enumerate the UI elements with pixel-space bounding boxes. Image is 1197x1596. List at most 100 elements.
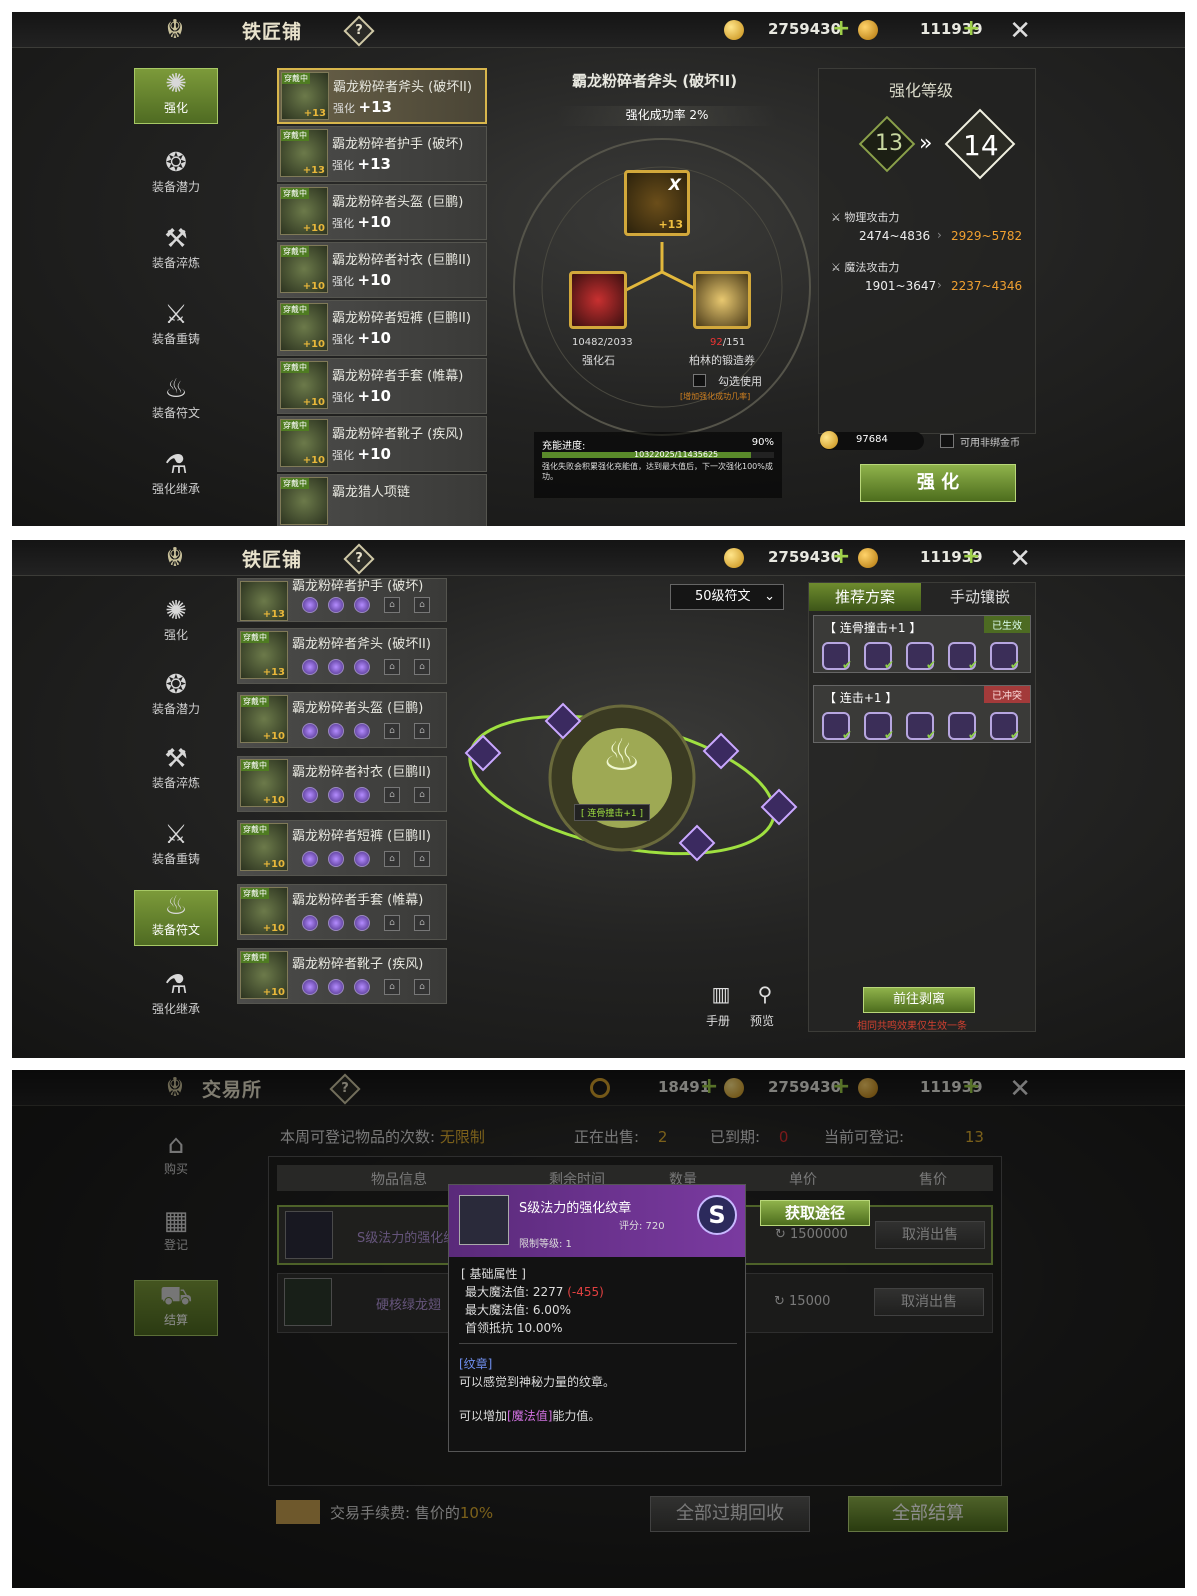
equipment-item[interactable]: 穿戴中 +10 霸龙粉碎者衬衣 (巨鹏II) ⌂ ⌂: [237, 756, 447, 812]
nav-rune[interactable]: ♨ 装备符文: [134, 890, 218, 946]
rune-flame-emblem-icon: ♨: [602, 730, 642, 781]
nav-temper[interactable]: ⚒ 装备淬炼: [134, 744, 218, 800]
book-icon[interactable]: ▥: [706, 982, 736, 1008]
hammer-icon: ⚔: [164, 300, 188, 330]
equipment-item[interactable]: 穿戴中 +13 霸龙粉碎者护手 (破坏) 强化 +13: [277, 126, 487, 182]
nav-rune[interactable]: ♨ 装备符文: [134, 374, 218, 430]
item-thumbnail: 穿戴中 +10: [240, 887, 288, 935]
item-thumbnail: 穿戴中 +10: [280, 187, 328, 235]
equipment-item[interactable]: 穿戴中 +13 霸龙粉碎者斧头 (破坏II) ⌂ ⌂: [237, 628, 447, 684]
equipment-item[interactable]: 穿戴中 +10 霸龙粉碎者靴子 (疾风) 强化 +10: [277, 416, 487, 472]
nav-reforge[interactable]: ⚔ 装备重铸: [134, 300, 218, 356]
rune-plan-card[interactable]: 【 连击+1 】 已冲突 ✔ ✔ ✔ ✔ ✔: [813, 685, 1031, 743]
chevron-right-icon: ›: [937, 228, 942, 242]
equipment-item[interactable]: 穿戴中 +10 霸龙粉碎者靴子 (疾风) ⌂ ⌂: [237, 948, 447, 1004]
equipment-item[interactable]: 穿戴中 +13 霸龙粉碎者斧头 (破坏II) 强化 +13: [277, 68, 487, 124]
rune-level-dropdown[interactable]: 50级符文 ⌄: [670, 584, 784, 610]
tooltip-header: S级法力的强化纹章 评分: 720 限制等级: 1 S: [449, 1185, 745, 1257]
item-thumbnail: 穿戴中 +13: [281, 72, 329, 120]
forge-ticket-slot[interactable]: [693, 271, 751, 329]
hammer-icon: ⚔: [164, 820, 188, 850]
grade-badge: S: [697, 1195, 737, 1235]
magic-current: 1901~3647: [865, 279, 937, 293]
nav-enhance[interactable]: ✺ 强化: [134, 68, 218, 124]
tab-recommended[interactable]: 推荐方案: [809, 583, 921, 611]
rune-flame-icon: ♨: [164, 374, 188, 404]
nav-reforge[interactable]: ⚔ 装备重铸: [134, 820, 218, 876]
rune-plan-card[interactable]: 【 连骨撞击+1 】 已生效 ✔ ✔ ✔ ✔ ✔: [813, 615, 1031, 673]
arrow-icon: »: [919, 131, 933, 156]
item-thumbnail: 穿戴中 +10: [240, 759, 288, 807]
nav-enhance[interactable]: ✺ 强化: [134, 596, 218, 652]
preview-label: 预览: [750, 1014, 775, 1028]
magic-next: 2237~4346: [951, 279, 1023, 293]
equipment-item[interactable]: 穿戴中 +10 霸龙粉碎者手套 (帷幕) 强化 +10: [277, 358, 487, 414]
go-strip-button[interactable]: 前往剥离: [863, 987, 975, 1013]
enhance-button[interactable]: 强 化: [860, 464, 1016, 502]
stone-label: 强化石: [582, 354, 615, 367]
enhance-icon: ✺: [165, 596, 187, 626]
status-badge: 已生效: [984, 616, 1030, 633]
cost-box: 97684: [820, 431, 924, 450]
next-level: 14: [963, 129, 999, 162]
magnifier-icon[interactable]: ⚲: [750, 982, 780, 1008]
emblem-icon: [459, 1195, 509, 1245]
use-ticket-checkbox[interactable]: [693, 374, 706, 387]
item-thumbnail: 穿戴中 +10: [280, 419, 328, 467]
charge-panel: 充能进度: 90% 10322025/11435625 强化失败会积累强化充能值…: [534, 432, 782, 498]
add-gold-button[interactable]: +: [832, 16, 850, 41]
nav-potential[interactable]: ❂ 装备潜力: [134, 670, 218, 726]
acquire-route-button[interactable]: 获取途径: [760, 1200, 870, 1226]
tab-manual[interactable]: 手动镶嵌: [923, 583, 1037, 611]
phys-attack-label: ⚔ 物理攻击力: [831, 211, 900, 224]
nav-potential[interactable]: ❂ 装备潜力: [134, 148, 218, 204]
equipment-item[interactable]: 穿戴中 +10 霸龙粉碎者短裤 (巨鹏II) 强化 +10: [277, 300, 487, 356]
anvil-icon: ⚒: [164, 224, 188, 254]
add-diamond-button[interactable]: +: [962, 544, 980, 569]
equipment-item[interactable]: 穿戴中 +10 霸龙粉碎者手套 (帷幕) ⌂ ⌂: [237, 884, 447, 940]
status-badge: 已冲突: [984, 686, 1030, 703]
equipment-list: 穿戴中 +13 霸龙粉碎者斧头 (破坏II) 强化 +13 穿戴中 +13 霸龙粉碎者护手…: [277, 68, 487, 526]
nav-temper[interactable]: ⚒ 装备淬炼: [134, 224, 218, 280]
item-thumbnail: 穿戴中 +10: [240, 823, 288, 871]
item-thumbnail: 穿戴中 +10: [280, 245, 328, 293]
add-gold-button[interactable]: +: [832, 544, 850, 569]
chevron-down-icon: ⌄: [764, 589, 775, 604]
dragon-logo-icon: ☬: [165, 15, 185, 45]
ticket-count: 92/151: [710, 337, 746, 348]
enhance-stone-slot[interactable]: [569, 271, 627, 329]
nav-inherit[interactable]: ⚗ 强化继承: [134, 450, 218, 506]
potential-icon: ❂: [165, 148, 187, 178]
main-equipment-slot[interactable]: X +13: [624, 170, 690, 236]
close-icon[interactable]: ✕: [1009, 16, 1031, 46]
chevron-right-icon: ›: [937, 278, 942, 292]
ticket-label: 柏林的锻造券: [689, 354, 755, 367]
level-title: 强化等级: [889, 81, 954, 100]
gold-coin-icon: [724, 548, 744, 568]
equipment-item[interactable]: 穿戴中 +10 霸龙粉碎者头盔 (巨鹏) 强化 +10: [277, 184, 487, 240]
page-title: 铁匠铺: [242, 21, 303, 43]
help-button[interactable]: ?: [343, 543, 375, 575]
enhance-level-panel: 强化等级 13 » 14 ⚔ 物理攻击力 2474~4836 › 2929~57…: [818, 68, 1036, 434]
equipment-item[interactable]: 穿戴中 +10 霸龙粉碎者头盔 (巨鹏) ⌂ ⌂: [237, 692, 447, 748]
equipment-item[interactable]: 穿戴中 霸龙猎人项链: [277, 474, 487, 526]
equipment-item[interactable]: 穿戴中 +10 霸龙粉碎者衬衣 (巨鹏II) 强化 +10: [277, 242, 487, 298]
equipment-item[interactable]: 穿戴中 +10 霸龙粉碎者短裤 (巨鹏II) ⌂ ⌂: [237, 820, 447, 876]
page-title: 铁匠铺: [242, 549, 303, 571]
add-diamond-button[interactable]: +: [962, 16, 980, 41]
item-thumbnail: 穿戴中 +10: [240, 951, 288, 999]
phys-next: 2929~5782: [951, 229, 1023, 243]
potential-icon: ❂: [165, 670, 187, 700]
check-note: [增加强化成功几率]: [680, 392, 751, 401]
item-thumbnail: 穿戴中 +10: [280, 361, 328, 409]
magic-attack-label: ⚔ 魔法攻击力: [831, 261, 900, 274]
anvil-icon: ⚒: [164, 744, 188, 774]
equipment-item[interactable]: +13 霸龙粉碎者护手 (破坏) ⌂ ⌂: [237, 578, 447, 622]
help-button[interactable]: ?: [343, 15, 375, 47]
item-tooltip: S级法力的强化纹章 评分: 720 限制等级: 1 S [ 基础属性 ] 最大魔…: [448, 1184, 746, 1452]
close-icon[interactable]: ✕: [1009, 544, 1031, 574]
manual-label: 手册: [706, 1014, 731, 1028]
nav-inherit[interactable]: ⚗ 强化继承: [134, 970, 218, 1026]
item-title: 霸龙粉碎者斧头 (破坏II): [572, 72, 738, 90]
unbound-gold-checkbox[interactable]: [940, 434, 954, 448]
